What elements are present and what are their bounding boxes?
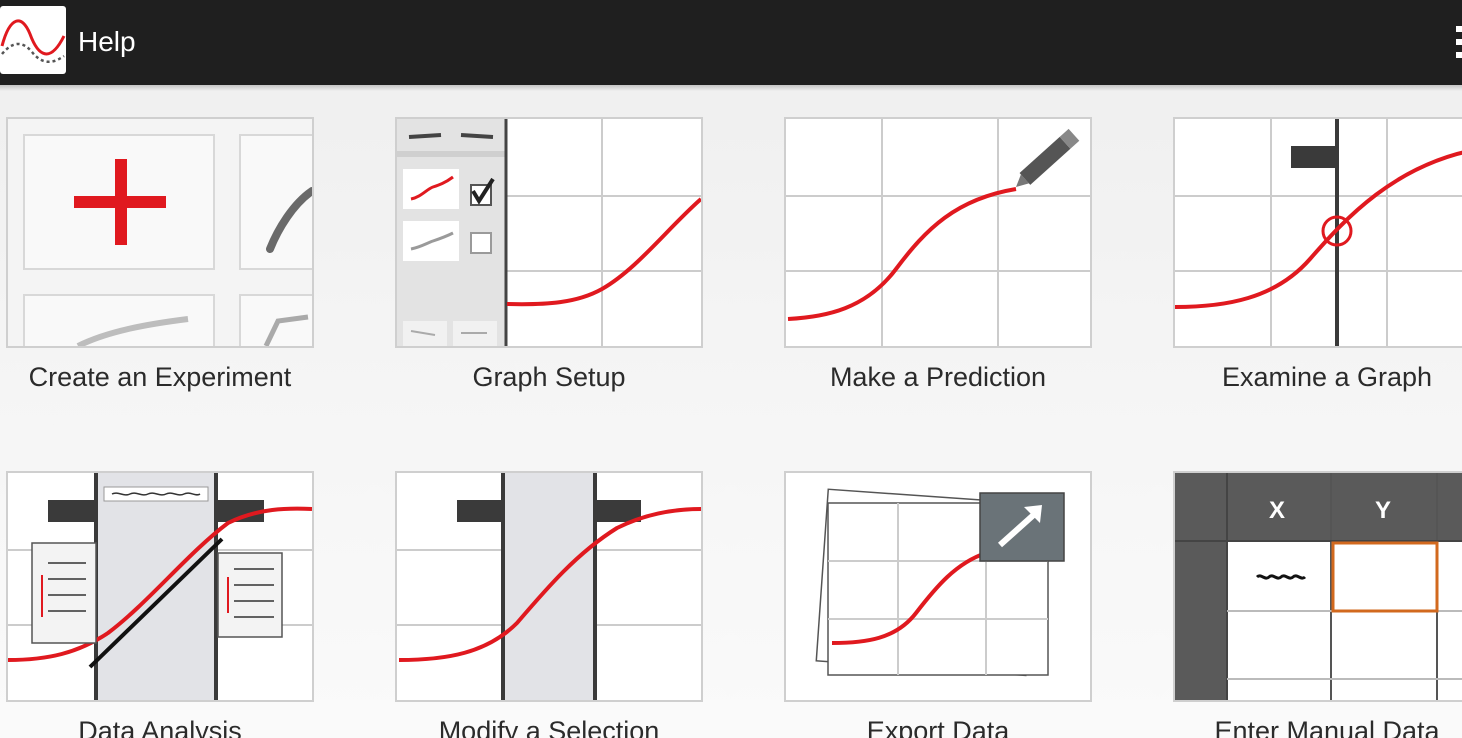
overflow-menu-icon[interactable]	[1454, 24, 1462, 60]
column-header-y: Y	[1374, 497, 1391, 524]
create-experiment-illustration	[6, 117, 314, 348]
action-bar-shadow	[0, 85, 1462, 91]
help-tile-label: Graph Setup	[472, 362, 626, 392]
export-data-illustration	[784, 471, 1092, 702]
page-title: Help	[78, 26, 136, 57]
help-tile-label: Make a Prediction	[829, 362, 1047, 392]
action-bar: Help	[0, 0, 1462, 91]
help-tile-label: Export Data	[866, 716, 1010, 738]
modify-selection-illustration	[395, 471, 703, 702]
help-tile-label: Data Analysis	[78, 716, 242, 738]
data-analysis-illustration	[6, 471, 314, 702]
help-tile-label: Create an Experiment	[28, 362, 292, 392]
graph-setup-illustration	[395, 117, 703, 348]
column-header-x: X	[1268, 497, 1285, 524]
app-logo-icon[interactable]	[0, 6, 66, 74]
help-tile-label: Modify a Selection	[438, 716, 660, 738]
examine-graph-illustration	[1173, 117, 1462, 348]
make-prediction-illustration	[784, 117, 1092, 348]
help-tile-label: Examine a Graph	[1221, 362, 1433, 392]
help-tile-label: Enter Manual Data	[1214, 716, 1440, 738]
